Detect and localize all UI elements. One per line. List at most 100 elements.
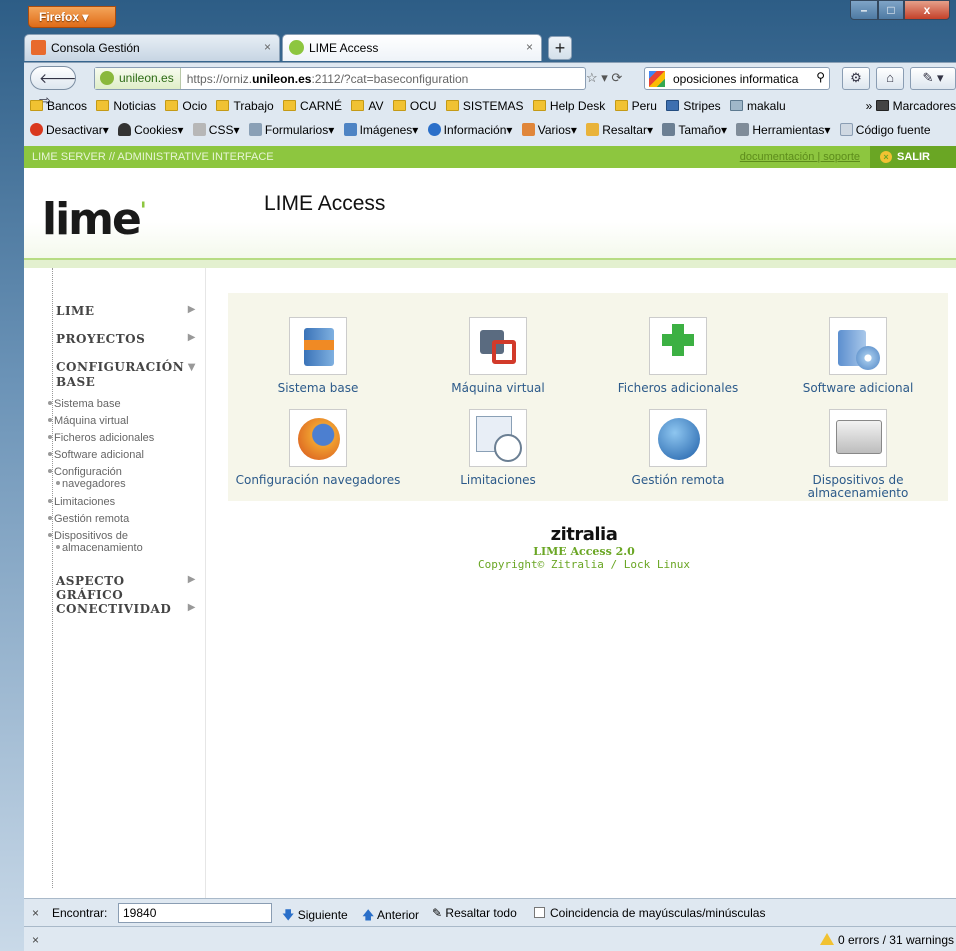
bookmarks-menu[interactable]: » Marcadores <box>859 99 956 113</box>
search-icon[interactable]: ⚲ <box>816 70 825 84</box>
bookmark-link[interactable]: makalu <box>730 94 786 113</box>
tab-lime-access[interactable]: LIME Access × <box>282 34 542 61</box>
warnings-label: 0 errors / 31 warnings <box>837 933 954 947</box>
arrow-up-icon: 🡅 <box>362 908 375 922</box>
bookmark-folder[interactable]: Help Desk <box>532 94 605 113</box>
addon-button[interactable]: ⚙ <box>842 67 870 90</box>
server-strip: LIME SERVER // ADMINISTRATIVE INTERFACE … <box>24 146 956 168</box>
toolbar-disable[interactable]: Desactivar▾ <box>30 118 109 137</box>
close-findbar-icon[interactable]: × <box>32 906 39 920</box>
toolbar-view-source[interactable]: Código fuente <box>839 118 931 137</box>
tab-consola-gestion[interactable]: Consola Gestión × <box>24 34 280 61</box>
toolbar-label: CSS <box>208 123 234 137</box>
stripes-icon <box>666 100 680 111</box>
bookmark-folder[interactable]: Ocio <box>165 94 207 113</box>
sidebar-sub-gestion-remota[interactable]: Gestión remota <box>48 513 198 525</box>
bookmark-folder[interactable]: OCU <box>392 94 437 113</box>
toolbar-label: Tamaño <box>678 123 722 137</box>
toolbar-css[interactable]: CSS▾ <box>192 118 240 137</box>
close-statusbar-icon[interactable]: × <box>32 933 39 947</box>
toolbar-misc[interactable]: Varios▾ <box>521 118 577 137</box>
folder-icon <box>216 100 230 111</box>
warning-icon <box>819 933 834 945</box>
chevron-right-icon: ▶ <box>187 304 196 315</box>
grid-item-configuracion-navegadores[interactable]: Configuración navegadores <box>228 409 408 487</box>
bookmark-folder[interactable]: Bancos <box>30 94 87 113</box>
version-label: LIME Access 2.0 <box>533 545 635 558</box>
search-input[interactable]: oposiciones informatica ⚲ <box>644 67 830 90</box>
toolbar-cookies[interactable]: Cookies▾ <box>118 118 183 137</box>
url-controls[interactable]: ☆ ▾ ⟳ <box>586 67 646 90</box>
bookmark-link[interactable]: Stripes <box>666 94 721 113</box>
bookmark-folder[interactable]: Trabajo <box>216 94 274 113</box>
logo-part-b: me <box>68 194 142 245</box>
grid-item-maquina-virtual[interactable]: Máquina virtual <box>408 317 588 395</box>
firefox-menu-button[interactable]: Firefox ▾ <box>28 6 116 28</box>
new-tab-button[interactable]: + <box>548 36 572 60</box>
sidebar-item-aspecto-grafico[interactable]: ASPECTO GRÁFICO ▶ <box>56 574 196 602</box>
toolbar-resize[interactable]: Tamaño▾ <box>662 118 727 137</box>
home-button[interactable]: ⌂ <box>876 67 904 90</box>
close-window-button[interactable]: x <box>904 0 950 20</box>
title-bar: Firefox ▾ – □ x <box>0 0 956 32</box>
toolbar-forms[interactable]: Formularios▾ <box>248 118 334 137</box>
close-tab-icon[interactable]: × <box>264 40 271 54</box>
sidebar-sub-ficheros[interactable]: Ficheros adicionales <box>48 432 198 444</box>
close-tab-icon[interactable]: × <box>526 40 533 54</box>
find-next-label: Siguiente <box>297 908 348 922</box>
sidebar-sub-config-navegadores-2[interactable]: navegadores <box>48 478 198 490</box>
sidebar-sub-maquina-virtual[interactable]: Máquina virtual <box>48 415 198 427</box>
match-case-checkbox[interactable]: Coincidencia de mayúsculas/minúsculas <box>534 906 765 920</box>
grid-item-ficheros-adicionales[interactable]: Ficheros adicionales <box>588 317 768 395</box>
sidebar-section-label: ASPECTO GRÁFICO <box>56 574 125 602</box>
sidebar-sub-config-navegadores[interactable]: Configuración <box>48 466 198 478</box>
bookmark-folder[interactable]: AV <box>351 94 384 113</box>
url-prefix: https://orniz. <box>186 71 253 86</box>
find-prev-button[interactable]: 🡅 Anterior <box>362 906 419 927</box>
sidebar-sub-dispositivos-2[interactable]: almacenamiento <box>48 542 198 554</box>
warnings-indicator[interactable]: 0 errors / 31 warnings <box>819 933 954 947</box>
find-next-button[interactable]: 🡇 Siguiente <box>282 906 348 927</box>
sidebar-item-lime[interactable]: LIME ▶ <box>56 304 196 318</box>
sidebar-item-configuracion-base[interactable]: CONFIGURACIÓN BASE ▼ <box>56 360 196 390</box>
grid-item-software-adicional[interactable]: Software adicional <box>768 317 948 395</box>
maximize-button[interactable]: □ <box>878 0 904 20</box>
extension-button[interactable]: ✎ ▾ <box>910 67 956 90</box>
server-title: LIME SERVER // ADMINISTRATIVE INTERFACE <box>32 151 274 163</box>
sidebar-sub-software[interactable]: Software adicional <box>48 449 198 461</box>
sidebar-sub-dispositivos[interactable]: Dispositivos de <box>48 530 198 542</box>
highlight-all-button[interactable]: ✎ Resaltar todo <box>432 906 517 920</box>
logout-label: SALIR <box>897 151 930 163</box>
chevron-right-icon: ▶ <box>187 574 196 585</box>
url-bar[interactable]: unileon.es https://orniz.unileon.es:2112… <box>94 67 586 90</box>
bookmark-folder[interactable]: Noticias <box>96 94 156 113</box>
grid-item-sistema-base[interactable]: Sistema base <box>228 317 408 395</box>
bookmark-folder[interactable]: CARNÉ <box>283 94 342 113</box>
sidebar-sub-sistema-base[interactable]: Sistema base <box>48 398 198 410</box>
grid-item-gestion-remota[interactable]: Gestión remota <box>588 409 768 487</box>
grid-item-limitaciones[interactable]: Limitaciones <box>408 409 588 487</box>
tab-label: LIME Access <box>309 41 379 55</box>
sidebar-item-conectividad[interactable]: CONECTIVIDAD ▶ <box>56 602 196 616</box>
toolbar-outline[interactable]: Resaltar▾ <box>586 118 653 137</box>
bookmark-folder[interactable]: Peru <box>614 94 657 113</box>
back-forward-button[interactable]: 🡐 ⇨ <box>30 66 77 108</box>
toolbar-images[interactable]: Imágenes▾ <box>343 118 418 137</box>
doc-support-links[interactable]: documentación | soporte <box>740 151 860 163</box>
minimize-button[interactable]: – <box>850 0 878 20</box>
grid-item-dispositivos-almacenamiento[interactable]: Dispositivos de almacenamiento <box>768 409 948 500</box>
bookmarks-overflow[interactable]: » <box>866 99 876 113</box>
toolbar-info[interactable]: Información▾ <box>427 118 512 137</box>
site-identity[interactable]: unileon.es <box>95 68 181 89</box>
bookmark-label: CARNÉ <box>300 99 343 113</box>
logout-button[interactable]: × SALIR <box>870 146 956 168</box>
grid-item-label: Sistema base <box>277 381 359 395</box>
toolbar-tools[interactable]: Herramientas▾ <box>736 118 830 137</box>
zitralia-logo: zitralia <box>550 524 618 545</box>
misc-icon <box>521 123 535 136</box>
add-file-icon <box>649 317 707 375</box>
sidebar-item-proyectos[interactable]: PROYECTOS ▶ <box>56 332 196 346</box>
bookmark-folder[interactable]: SISTEMAS <box>445 94 524 113</box>
find-input[interactable] <box>118 903 272 923</box>
sidebar-sub-limitaciones[interactable]: Limitaciones <box>48 496 198 508</box>
